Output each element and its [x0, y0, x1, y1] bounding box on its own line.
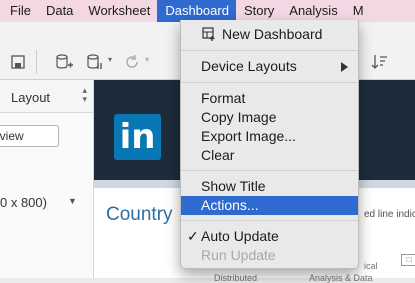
size-select[interactable]: 0 x 800) ▼ — [0, 193, 84, 215]
menu-separator — [181, 50, 358, 51]
new-dashboard-icon — [202, 27, 216, 46]
chevron-down-icon[interactable]: ▾ — [145, 55, 149, 64]
menu-worksheet[interactable]: Worksheet — [80, 0, 157, 22]
actions-label: Actions... — [201, 197, 259, 213]
new-datasource-icon[interactable] — [54, 52, 74, 72]
dashboard-menu: New Dashboard Device Layouts Format Copy… — [180, 20, 359, 269]
pause-datasource-icon[interactable] — [85, 52, 105, 72]
menu-data[interactable]: Data — [38, 0, 80, 22]
column-header-analysis: Analysis & Data — [309, 273, 373, 283]
menu-dashboard[interactable]: Dashboard — [157, 0, 236, 22]
clear-label: Clear — [201, 147, 235, 163]
menu-more[interactable]: M — [345, 0, 371, 22]
new-dashboard-label: New Dashboard — [222, 26, 323, 42]
copy-image-label: Copy Image — [201, 109, 277, 125]
run-update-label: Run Update — [201, 247, 276, 263]
menu-item-export-image[interactable]: Export Image... — [181, 127, 358, 146]
menu-item-clear[interactable]: Clear — [181, 146, 358, 165]
menu-bar: File Data Worksheet Dashboard Story Anal… — [0, 0, 415, 22]
sort-icon[interactable] — [370, 52, 390, 72]
layout-tab-label: Layout — [11, 90, 51, 105]
menu-item-format[interactable]: Format — [181, 89, 358, 108]
menu-item-actions[interactable]: Actions... — [181, 196, 358, 215]
format-label: Format — [201, 90, 246, 106]
preview-button-label: eview — [0, 129, 24, 143]
preview-button[interactable]: eview — [0, 125, 59, 147]
menu-item-show-title[interactable]: Show Title — [181, 177, 358, 196]
menu-separator — [181, 170, 358, 171]
left-pane: Layout ▴▾ eview 0 x 800) ▼ — [0, 80, 94, 278]
chevron-down-icon[interactable]: ▾ — [108, 55, 112, 64]
menu-item-device-layouts[interactable]: Device Layouts — [181, 57, 358, 76]
menu-story[interactable]: Story — [236, 0, 281, 22]
export-image-label: Export Image... — [201, 128, 296, 144]
linkedin-logo: in — [114, 114, 161, 160]
device-layouts-label: Device Layouts — [201, 58, 297, 74]
column-header-fragment: ical — [364, 261, 378, 271]
chevron-updown-icon[interactable]: ▴ ▾ — [82, 86, 87, 104]
menu-item-copy-image[interactable]: Copy Image — [181, 108, 358, 127]
menu-analysis[interactable]: Analysis — [281, 0, 344, 22]
toolbar-divider — [36, 50, 37, 74]
submenu-arrow-icon — [341, 62, 348, 72]
save-icon[interactable] — [8, 52, 28, 72]
legend-fragment: ed line indic — [364, 209, 415, 220]
column-header-distributed: Distributed — [214, 273, 258, 283]
menu-separator — [181, 82, 358, 83]
checkmark-icon: ✓ — [187, 228, 199, 244]
menu-file[interactable]: File — [0, 0, 38, 22]
menu-item-new-dashboard[interactable]: New Dashboard — [181, 25, 358, 44]
size-select-value: 0 x 800) — [0, 195, 47, 210]
menu-separator — [181, 220, 358, 221]
tab-layout[interactable]: Layout ▴ ▾ — [0, 80, 93, 113]
dashboard-title: Country — [106, 204, 173, 225]
chevron-down-icon: ▼ — [68, 196, 77, 206]
menu-item-run-update: Run Update — [181, 246, 358, 265]
expand-box-icon[interactable]: □ — [401, 254, 415, 266]
menu-item-auto-update[interactable]: ✓ Auto Update — [181, 227, 358, 246]
refresh-icon[interactable] — [122, 52, 142, 72]
show-title-label: Show Title — [201, 178, 266, 194]
auto-update-label: Auto Update — [201, 228, 279, 244]
